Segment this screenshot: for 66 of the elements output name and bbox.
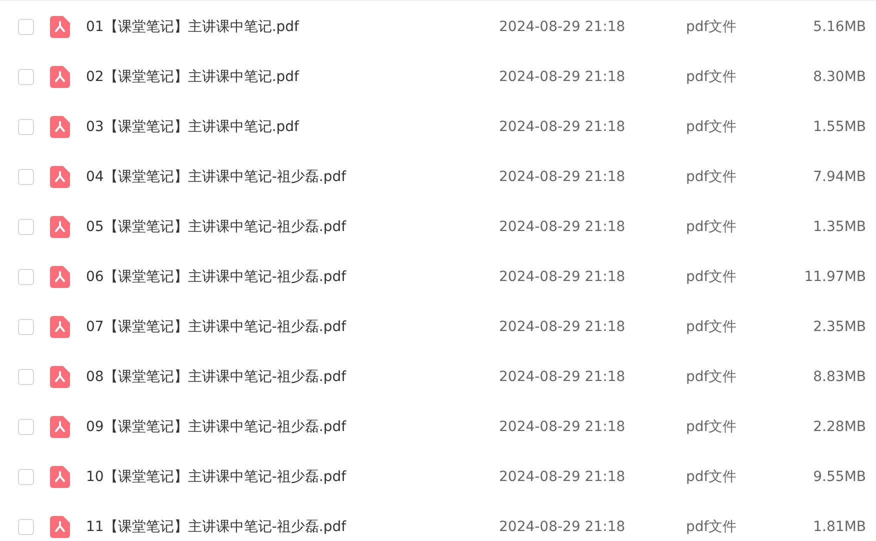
file-name[interactable]: 11【课堂笔记】主讲课中笔记-祖少磊.pdf [86, 518, 499, 536]
pdf-file-icon [50, 266, 70, 288]
modified-date: 2024-08-29 21:18 [499, 119, 626, 135]
row-checkbox[interactable] [18, 369, 34, 385]
pdf-file-icon [50, 366, 70, 388]
file-name[interactable]: 03【课堂笔记】主讲课中笔记.pdf [86, 118, 499, 136]
file-type: pdf文件 [686, 468, 738, 486]
file-name[interactable]: 07【课堂笔记】主讲课中笔记-祖少磊.pdf [86, 318, 499, 336]
file-size: 9.55MB [812, 469, 867, 485]
file-name[interactable]: 10【课堂笔记】主讲课中笔记-祖少磊.pdf [86, 468, 499, 486]
file-type: pdf文件 [686, 368, 738, 386]
row-checkbox[interactable] [18, 469, 34, 485]
row-checkbox[interactable] [18, 119, 34, 135]
modified-date: 2024-08-29 21:18 [499, 319, 626, 335]
file-type: pdf文件 [686, 118, 738, 136]
modified-date: 2024-08-29 21:18 [499, 169, 626, 185]
modified-date: 2024-08-29 21:18 [499, 519, 626, 535]
modified-date: 2024-08-29 21:18 [499, 369, 626, 385]
file-type: pdf文件 [686, 68, 738, 86]
row-checkbox[interactable] [18, 19, 34, 35]
pdf-file-icon [50, 416, 70, 438]
file-name[interactable]: 01【课堂笔记】主讲课中笔记.pdf [86, 18, 499, 36]
modified-date: 2024-08-29 21:18 [499, 219, 626, 235]
modified-date: 2024-08-29 21:18 [499, 269, 626, 285]
pdf-file-icon [50, 166, 70, 188]
pdf-file-icon [50, 216, 70, 238]
row-checkbox[interactable] [18, 269, 34, 285]
file-type: pdf文件 [686, 218, 738, 236]
file-size: 1.81MB [812, 519, 867, 535]
modified-date: 2024-08-29 21:18 [499, 419, 626, 435]
file-size: 7.94MB [812, 169, 867, 185]
pdf-file-icon [50, 16, 70, 38]
file-name[interactable]: 06【课堂笔记】主讲课中笔记-祖少磊.pdf [86, 268, 499, 286]
file-size: 1.55MB [812, 119, 867, 135]
pdf-file-icon [50, 116, 70, 138]
row-checkbox[interactable] [18, 169, 34, 185]
file-name[interactable]: 02【课堂笔记】主讲课中笔记.pdf [86, 68, 499, 86]
row-checkbox[interactable] [18, 69, 34, 85]
modified-date: 2024-08-29 21:18 [499, 469, 626, 485]
file-size: 11.97MB [803, 269, 867, 285]
file-name[interactable]: 05【课堂笔记】主讲课中笔记-祖少磊.pdf [86, 218, 499, 236]
file-name[interactable]: 04【课堂笔记】主讲课中笔记-祖少磊.pdf [86, 168, 499, 186]
file-type: pdf文件 [686, 318, 738, 336]
file-size: 5.16MB [812, 19, 867, 35]
file-name[interactable]: 08【课堂笔记】主讲课中笔记-祖少磊.pdf [86, 368, 499, 386]
file-type: pdf文件 [686, 18, 738, 36]
file-size: 2.28MB [812, 419, 867, 435]
file-type: pdf文件 [686, 518, 738, 536]
file-type: pdf文件 [686, 268, 738, 286]
row-checkbox[interactable] [18, 219, 34, 235]
modified-date: 2024-08-29 21:18 [499, 19, 626, 35]
pdf-file-icon [50, 316, 70, 338]
file-size: 2.35MB [812, 319, 867, 335]
file-type: pdf文件 [686, 168, 738, 186]
file-size: 1.35MB [812, 219, 867, 235]
file-type: pdf文件 [686, 418, 738, 436]
file-size: 8.83MB [812, 369, 867, 385]
row-checkbox[interactable] [18, 419, 34, 435]
modified-date: 2024-08-29 21:18 [499, 69, 626, 85]
file-name[interactable]: 09【课堂笔记】主讲课中笔记-祖少磊.pdf [86, 418, 499, 436]
pdf-file-icon [50, 66, 70, 88]
pdf-file-icon [50, 466, 70, 488]
pdf-file-icon [50, 516, 70, 538]
row-checkbox[interactable] [18, 519, 34, 535]
row-checkbox[interactable] [18, 319, 34, 335]
file-size: 8.30MB [812, 69, 867, 85]
